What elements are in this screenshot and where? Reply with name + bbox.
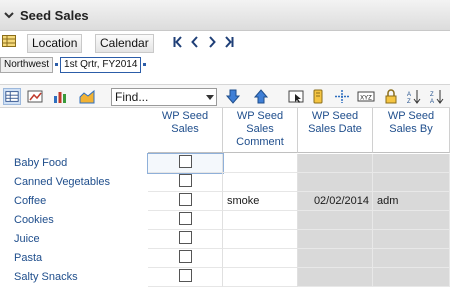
seed-sales-checkbox[interactable] (179, 174, 192, 187)
seed-sales-cell[interactable] (148, 192, 223, 211)
select-icon[interactable] (287, 88, 305, 105)
chevron-down-icon[interactable] (4, 10, 14, 20)
seed-sales-cell[interactable] (148, 268, 223, 287)
sort-desc-icon[interactable]: Z A (428, 88, 446, 105)
svg-text:XYZ: XYZ (360, 96, 372, 102)
comment-cell[interactable] (223, 268, 298, 287)
by-cell (373, 173, 450, 192)
seed-sales-cell[interactable] (148, 211, 223, 230)
first-page-icon[interactable] (173, 36, 183, 48)
comment-cell[interactable] (223, 230, 298, 249)
row-header: Pasta (0, 249, 148, 268)
by-cell (373, 249, 450, 268)
column-header-seed-sales-date[interactable]: WP Seed Sales Date (298, 108, 373, 153)
comment-cell[interactable]: smoke (223, 192, 298, 211)
date-cell: 02/02/2014 (298, 192, 373, 211)
navigation-row: Location Calendar (0, 32, 450, 54)
previous-icon[interactable] (190, 36, 200, 48)
row-header: Juice (0, 230, 148, 249)
by-cell (373, 230, 450, 249)
column-header-seed-sales-by[interactable]: WP Seed Sales By (373, 108, 450, 153)
by-cell (373, 211, 450, 230)
lock-icon[interactable] (382, 88, 400, 105)
by-cell (373, 154, 450, 173)
split-icon[interactable] (333, 88, 351, 105)
chart-icon[interactable] (26, 88, 44, 105)
seed-sales-checkbox[interactable] (179, 231, 192, 244)
breadcrumb-location[interactable]: Northwest (0, 56, 54, 73)
bar-chart-icon[interactable] (51, 88, 69, 105)
row-header: Cookies (0, 211, 148, 230)
location-button[interactable]: Location (27, 34, 83, 53)
xyz-icon[interactable]: XYZ (357, 88, 375, 105)
date-cell (298, 211, 373, 230)
seed-sales-cell[interactable] (147, 153, 224, 174)
up-arrow-icon[interactable] (252, 88, 270, 105)
seed-sales-checkbox[interactable] (179, 155, 192, 168)
seed-sales-checkbox[interactable] (179, 269, 192, 282)
find-input-text: Find... (115, 90, 149, 104)
seed-sales-cell[interactable] (148, 249, 223, 268)
seed-sales-checkbox[interactable] (179, 250, 192, 263)
by-cell: adm (373, 192, 450, 211)
sort-asc-icon[interactable]: A Z (405, 88, 423, 105)
grid-view-icon[interactable] (3, 88, 21, 105)
by-cell (373, 268, 450, 287)
grid-icon[interactable] (2, 35, 16, 47)
next-icon[interactable] (207, 36, 217, 48)
comment-cell[interactable] (223, 154, 298, 173)
seed-sales-checkbox[interactable] (179, 212, 192, 225)
svg-text:A: A (407, 92, 411, 98)
svg-text:A: A (430, 99, 434, 105)
highlight-icon[interactable] (309, 88, 327, 105)
toolbar: Find... XYZ A Z Z A (0, 84, 450, 108)
column-header-seed-sales-comment[interactable]: WP Seed Sales Comment (223, 108, 298, 153)
date-cell (298, 249, 373, 268)
date-cell (298, 230, 373, 249)
comment-cell[interactable] (223, 173, 298, 192)
find-dropdown-icon[interactable] (206, 95, 214, 100)
area-chart-icon[interactable] (78, 88, 96, 105)
comment-cell[interactable] (223, 211, 298, 230)
down-arrow-icon[interactable] (224, 88, 242, 105)
comment-cell[interactable] (223, 249, 298, 268)
breadcrumb-period[interactable]: 1st Qrtr, FY2014 (60, 56, 142, 73)
date-cell (298, 268, 373, 287)
data-grid: WP Seed Sales WP Seed Sales Comment WP S… (0, 108, 450, 288)
svg-text:Z: Z (407, 99, 411, 105)
panel-header[interactable]: Seed Sales (0, 0, 450, 31)
panel-title: Seed Sales (20, 7, 89, 23)
calendar-button[interactable]: Calendar (95, 34, 154, 53)
last-page-icon[interactable] (224, 36, 234, 48)
breadcrumb-separator (55, 63, 59, 66)
seed-sales-cell[interactable] (148, 230, 223, 249)
date-cell (298, 154, 373, 173)
seed-sales-cell[interactable] (148, 173, 223, 192)
column-header-seed-sales[interactable]: WP Seed Sales (148, 108, 223, 153)
find-input[interactable]: Find... (111, 88, 217, 106)
row-header: Salty Snacks (0, 268, 148, 287)
row-header: Canned Vegetables (0, 173, 148, 192)
breadcrumb: Northwest 1st Qrtr, FY2014 (0, 56, 148, 73)
svg-text:Z: Z (430, 92, 434, 98)
breadcrumb-separator (143, 63, 147, 66)
seed-sales-checkbox[interactable] (179, 193, 192, 206)
row-header: Baby Food (0, 154, 148, 173)
date-cell (298, 173, 373, 192)
row-header: Coffee (0, 192, 148, 211)
